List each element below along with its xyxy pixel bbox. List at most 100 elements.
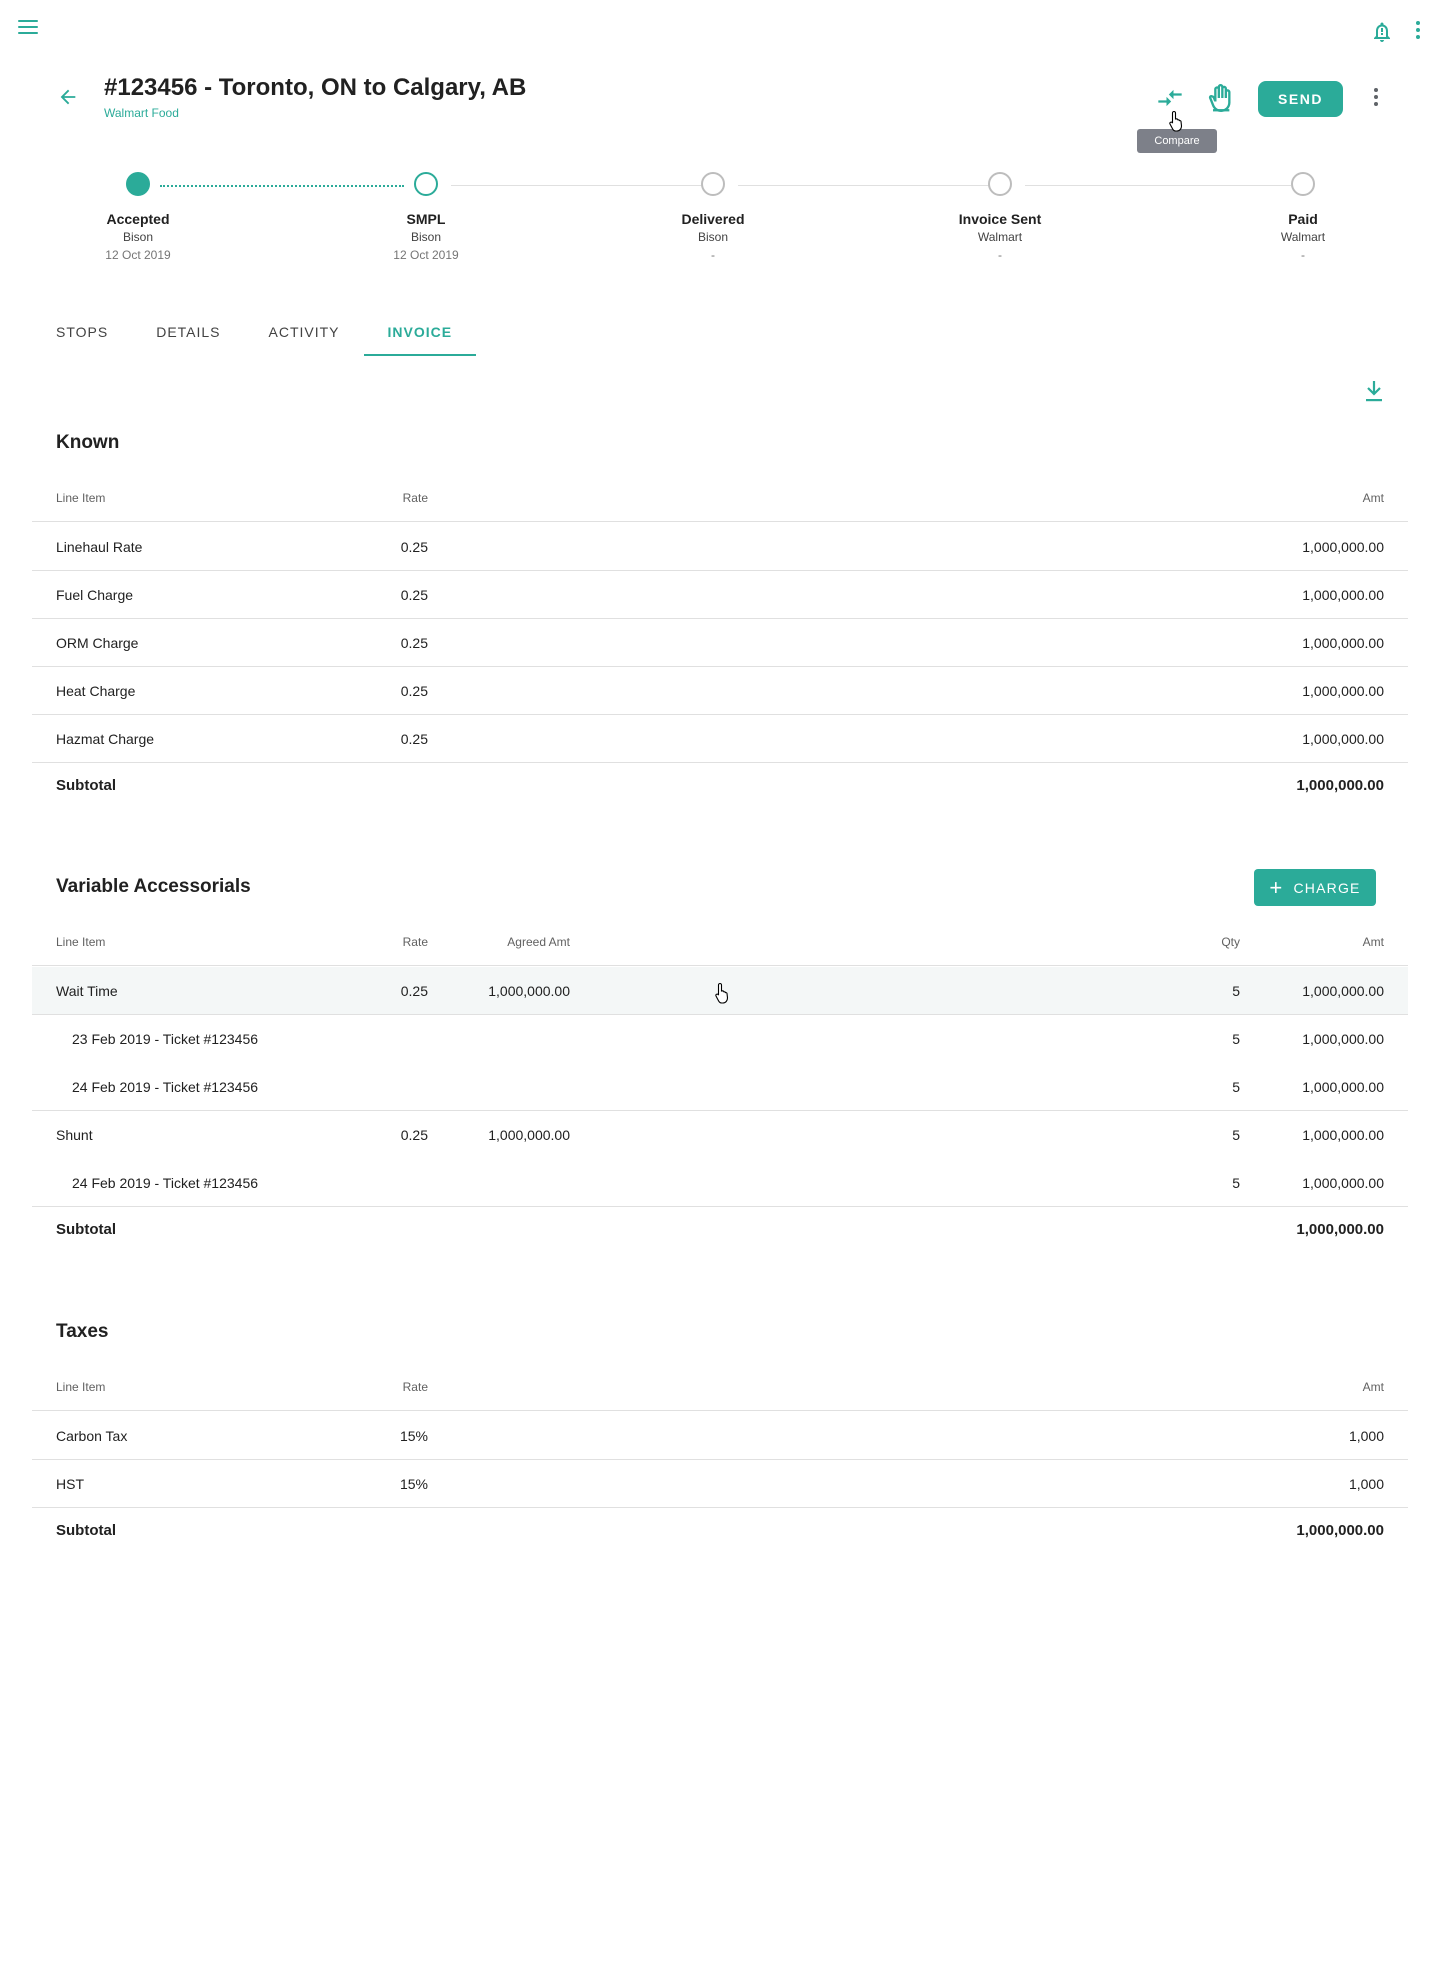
rate: 15%: [399, 1476, 428, 1492]
add-charge-label: CHARGE: [1293, 879, 1361, 896]
amount: 1,000: [1348, 1428, 1384, 1444]
col-rate: Rate: [402, 491, 428, 505]
amount: 1,000,000.00: [1302, 1127, 1384, 1143]
back-arrow-icon[interactable]: [57, 86, 79, 108]
line-item: Fuel Charge: [56, 587, 134, 603]
quantity: 5: [1232, 983, 1240, 999]
quantity: 5: [1232, 1079, 1240, 1095]
more-vert-icon[interactable]: [1414, 21, 1422, 43]
line-item: HST: [56, 1476, 84, 1492]
subtotal-label: Subtotal: [56, 777, 116, 794]
step-party: Bison: [410, 230, 442, 244]
ticket-row: 24 Feb 2019 - Ticket #123456 5 1,000,000…: [32, 1063, 1408, 1111]
col-rate: Rate: [402, 1380, 428, 1394]
subtotal-label: Subtotal: [56, 1522, 116, 1539]
agreed-amount: 1,000,000.00: [488, 983, 570, 999]
col-amt: Amt: [1362, 491, 1384, 505]
notification-bell-icon[interactable]: [1370, 20, 1394, 44]
rate: 0.25: [400, 539, 428, 555]
step-pending-icon: [701, 172, 725, 196]
step-date: -: [711, 248, 715, 262]
step-party: Bison: [122, 230, 154, 244]
col-line-item: Line Item: [56, 491, 106, 505]
step-label: Accepted: [106, 211, 170, 227]
hand-icon[interactable]: [1206, 84, 1234, 112]
table-header: Line Item Rate Amt: [32, 474, 1408, 522]
plus-icon: +: [1269, 874, 1284, 900]
table-row: Carbon Tax 15% 1,000: [32, 1412, 1408, 1460]
quantity: 5: [1232, 1175, 1240, 1191]
taxes-section: Taxes Line Item Rate Amt Carbon Tax 15% …: [32, 1319, 1408, 1559]
pointer-cursor-icon: [714, 982, 732, 1004]
table-header: Line Item Rate Amt: [32, 1363, 1408, 1411]
step-party: Walmart: [977, 230, 1023, 244]
line-item: Linehaul Rate: [56, 539, 143, 555]
step-pending-icon: [1291, 172, 1315, 196]
tab-activity[interactable]: ACTIVITY: [245, 310, 364, 354]
table-row: Linehaul Rate 0.25 1,000,000.00: [32, 523, 1408, 571]
col-amt: Amt: [1362, 935, 1384, 949]
step-label: Delivered: [681, 211, 745, 227]
tab-details[interactable]: DETAILS: [132, 310, 244, 354]
step-invoice-sent: Invoice Sent Walmart -: [920, 172, 1080, 262]
amount: 1,000,000.00: [1302, 539, 1384, 555]
menu-icon[interactable]: [18, 20, 38, 36]
subtotal-row: Subtotal 1,000,000.00: [32, 1206, 1408, 1254]
step-smpl: SMPL Bison 12 Oct 2019: [346, 172, 506, 262]
rate: 0.25: [400, 1127, 428, 1143]
table-row[interactable]: Shunt 0.25 1,000,000.00 5 1,000,000.00: [32, 1111, 1408, 1159]
step-accepted: Accepted Bison 12 Oct 2019: [58, 172, 218, 262]
amount: 1,000,000.00: [1302, 635, 1384, 651]
customer-name[interactable]: Walmart Food: [104, 106, 179, 120]
subtotal-row: Subtotal 1,000,000.00: [32, 1507, 1408, 1555]
section-title: Known: [56, 432, 120, 453]
step-date: -: [1301, 248, 1305, 262]
quantity: 5: [1232, 1127, 1240, 1143]
subtotal-amount: 1,000,000.00: [1296, 1221, 1384, 1238]
download-icon[interactable]: [1362, 378, 1386, 404]
amount: 1,000,000.00: [1302, 587, 1384, 603]
step-label: Invoice Sent: [958, 211, 1042, 227]
rate: 0.25: [400, 683, 428, 699]
amount: 1,000,000.00: [1302, 1175, 1384, 1191]
amount: 1,000,000.00: [1302, 983, 1384, 999]
step-party: Walmart: [1280, 230, 1326, 244]
amount: 1,000: [1348, 1476, 1384, 1492]
tab-invoice[interactable]: INVOICE: [363, 310, 477, 356]
amount: 1,000,000.00: [1302, 731, 1384, 747]
tab-stops[interactable]: STOPS: [32, 310, 132, 354]
compare-icon[interactable]: [1156, 84, 1184, 112]
step-current-icon: [414, 172, 438, 196]
table-row: Fuel Charge 0.25 1,000,000.00: [32, 571, 1408, 619]
step-delivered: Delivered Bison -: [633, 172, 793, 262]
add-charge-button[interactable]: + CHARGE: [1254, 869, 1376, 906]
step-date: 12 Oct 2019: [393, 248, 459, 262]
step-date: 12 Oct 2019: [105, 248, 171, 262]
pointer-cursor-icon: [1168, 110, 1186, 132]
step-done-icon: [126, 172, 150, 196]
step-date: -: [998, 248, 1002, 262]
table-row: ORM Charge 0.25 1,000,000.00: [32, 619, 1408, 667]
col-rate: Rate: [402, 935, 428, 949]
page-title: #123456 - Toronto, ON to Calgary, AB: [104, 74, 527, 101]
line-item: Wait Time: [56, 983, 118, 999]
agreed-amount: 1,000,000.00: [488, 1127, 570, 1143]
top-app-bar: [0, 0, 1440, 60]
line-item: Heat Charge: [56, 683, 136, 699]
subtotal-amount: 1,000,000.00: [1296, 777, 1384, 794]
step-label: Paid: [1288, 211, 1318, 227]
ticket-row: 23 Feb 2019 - Ticket #123456 5 1,000,000…: [32, 1015, 1408, 1063]
amount: 1,000,000.00: [1302, 1031, 1384, 1047]
col-line-item: Line Item: [56, 935, 106, 949]
send-button[interactable]: SEND: [1258, 81, 1343, 117]
col-line-item: Line Item: [56, 1380, 106, 1394]
tab-bar: STOPS DETAILS ACTIVITY INVOICE: [32, 310, 477, 356]
line-item: Hazmat Charge: [56, 731, 155, 747]
col-qty: Qty: [1221, 935, 1240, 949]
more-vert-icon[interactable]: [1372, 88, 1380, 110]
table-row: HST 15% 1,000: [32, 1460, 1408, 1508]
step-party: Bison: [697, 230, 729, 244]
subtotal-amount: 1,000,000.00: [1296, 1522, 1384, 1539]
rate: 0.25: [400, 731, 428, 747]
section-title: Taxes: [56, 1321, 109, 1342]
